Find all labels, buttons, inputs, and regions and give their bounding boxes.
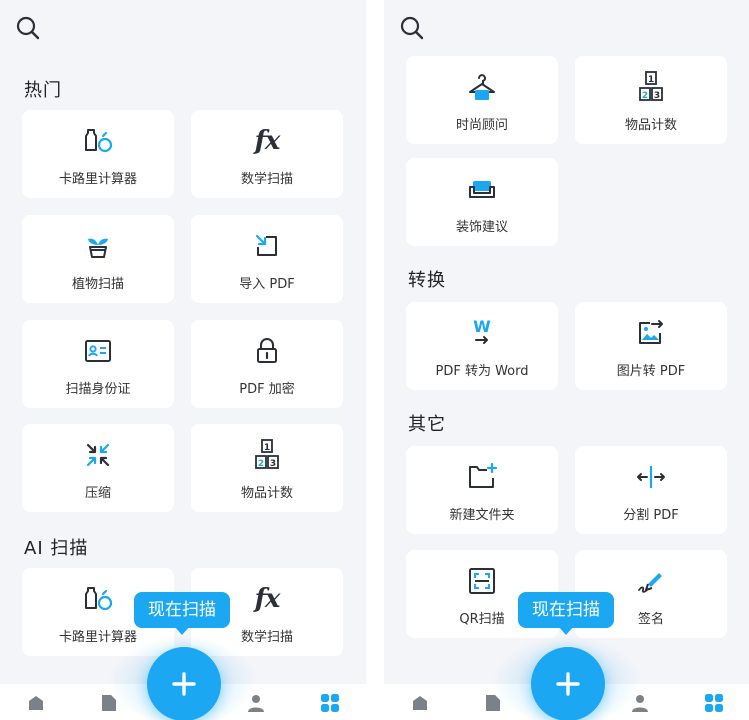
tool-card-label: PDF 转为 Word [435,364,529,379]
hanger-icon [469,74,495,100]
image-convert-icon [639,320,663,344]
tools-nav-icon[interactable] [319,692,341,714]
svg-text:1: 1 [264,443,270,453]
tool-card-compress[interactable]: 压缩 [22,424,174,512]
tool-card-label: 导入 PDF [239,277,295,292]
tool-card-label: 植物扫描 [71,277,124,292]
scan-fab-button[interactable] [147,647,221,720]
tool-card-scan-id[interactable]: 扫描身份证 [22,320,174,408]
word-convert-icon: W [473,317,491,344]
compress-arrows-icon [86,443,110,467]
scan-now-tooltip: 现在扫描 [518,592,614,628]
plant-pot-icon [88,238,108,258]
home-nav-icon[interactable] [25,692,47,714]
svg-text:W: W [473,317,491,336]
tool-card-pdf-encrypt[interactable]: PDF 加密 [191,320,343,408]
tool-card-fashion-advisor[interactable]: 时尚顾问 [406,56,558,144]
tools-panel-right: 时尚顾问 1 2 3 物品计数 装饰建议 转换 W PDF 转为 Word 图片… [384,0,749,720]
svg-text:3: 3 [270,459,276,469]
tool-card-label: 新建文件夹 [449,508,515,523]
fx-math-icon: fx [254,126,281,156]
svg-text:2: 2 [642,91,648,101]
tool-card-import-pdf[interactable]: 导入 PDF [191,215,343,303]
count-blocks-icon: 1 2 3 [255,439,279,469]
tool-card-label: 压缩 [84,486,111,501]
tool-card-label: 数学扫描 [240,172,293,187]
import-arrow-icon [255,234,277,256]
qr-frame-icon [469,568,495,594]
plus-icon [172,672,196,696]
tool-card-label: 物品计数 [240,486,293,501]
tool-card-label: 物品计数 [624,118,677,133]
sofa-icon [469,181,495,198]
tool-card-new-folder[interactable]: 新建文件夹 [406,446,558,534]
calorie-bottle-icon [85,587,113,611]
tool-card-label: 时尚顾问 [455,118,508,133]
tools-nav-icon[interactable] [703,692,725,714]
tool-card-count-items[interactable]: 1 2 3 物品计数 [191,424,343,512]
section-title-convert: 转换 [408,270,446,291]
lock-icon [257,338,277,363]
plus-icon [556,672,580,696]
search-icon[interactable] [398,14,426,42]
tool-card-label: 分割 PDF [623,508,679,523]
tool-card-label: 卡路里计算器 [58,172,137,187]
tool-card-label: 图片转 PDF [616,364,686,379]
calorie-bottle-icon [85,129,113,153]
tool-card-decor-advice[interactable]: 装饰建议 [406,158,558,246]
tool-card-pdf-to-word[interactable]: W PDF 转为 Word [406,302,558,390]
id-card-icon [85,340,111,362]
tool-card-count-items[interactable]: 1 2 3 物品计数 [575,56,727,144]
tool-card-image-to-pdf[interactable]: 图片转 PDF [575,302,727,390]
fx-math-icon: fx [254,584,281,614]
split-icon [637,466,665,488]
tool-card-plant-scan[interactable]: 植物扫描 [22,215,174,303]
scan-fab-button[interactable] [531,647,605,720]
search-icon[interactable] [14,14,42,42]
scan-now-tooltip: 现在扫描 [134,592,230,628]
tool-card-calorie[interactable]: 卡路里计算器 [22,110,174,198]
tool-card-label: 扫描身份证 [65,382,131,397]
svg-text:2: 2 [258,459,264,469]
section-title-hot: 热门 [24,80,62,101]
svg-text:1: 1 [648,75,654,85]
tool-card-math-scan[interactable]: fx 数学扫描 [191,110,343,198]
new-folder-icon [469,462,498,488]
tool-card-split-pdf[interactable]: 分割 PDF [575,446,727,534]
tool-card-label: PDF 加密 [239,382,295,397]
svg-text:3: 3 [654,91,660,101]
tools-panel-left: 热门 卡路里计算器 fx 数学扫描 植物扫描 导入 PDF 扫描身份证 PDF … [0,0,366,720]
home-nav-icon[interactable] [409,692,431,714]
pen-sign-icon [638,573,662,593]
section-title-other: 其它 [408,414,446,435]
section-title-ai-scan: AI 扫描 [24,538,89,559]
tool-card-label: 装饰建议 [455,220,508,235]
count-blocks-icon: 1 2 3 [639,71,663,101]
